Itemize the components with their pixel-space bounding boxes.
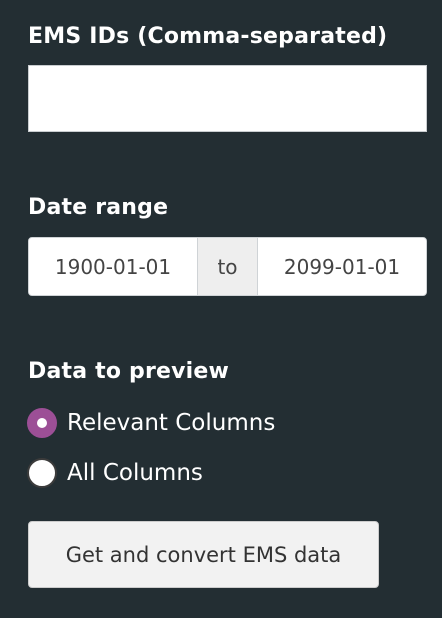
end-date-input[interactable] (258, 238, 426, 295)
data-preview-label: Data to preview (28, 359, 230, 384)
radio-all-columns[interactable]: All Columns (27, 458, 203, 488)
date-range-separator: to (197, 238, 258, 295)
radio-dot-icon (37, 418, 47, 428)
radio-label-all-columns: All Columns (67, 460, 203, 486)
get-convert-ems-data-button[interactable]: Get and convert EMS data (28, 521, 379, 588)
ems-ids-input[interactable] (28, 65, 427, 132)
date-range-group: to (28, 237, 427, 296)
radio-checked-icon[interactable] (27, 408, 57, 438)
ems-ids-label: EMS IDs (Comma-separated) (28, 24, 388, 49)
start-date-input[interactable] (29, 238, 197, 295)
radio-unchecked-icon[interactable] (27, 458, 57, 488)
date-range-label: Date range (28, 195, 169, 220)
radio-relevant-columns[interactable]: Relevant Columns (27, 408, 275, 438)
radio-label-relevant-columns: Relevant Columns (67, 410, 276, 436)
